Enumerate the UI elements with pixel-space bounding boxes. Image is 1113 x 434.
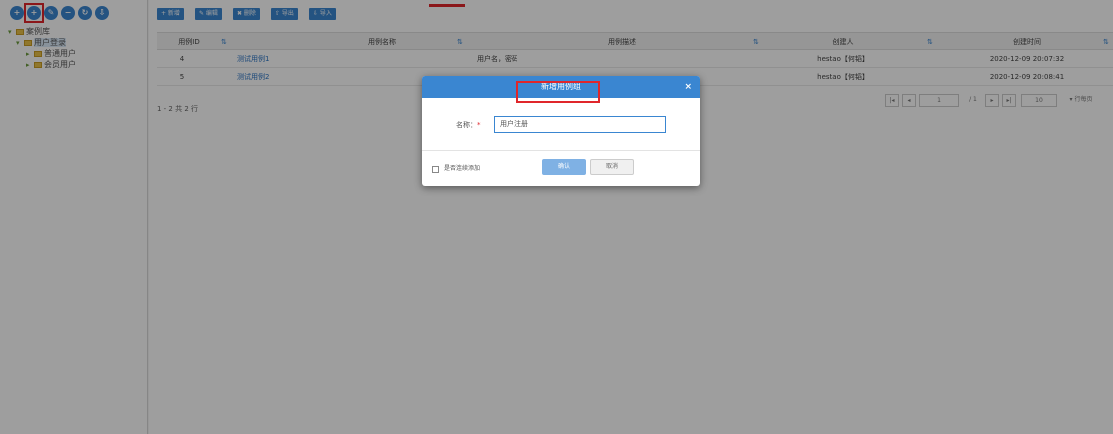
continuous-add-checkbox[interactable] xyxy=(432,166,439,173)
confirm-button[interactable]: 确认 xyxy=(542,159,586,175)
name-field-label: 名称：* xyxy=(456,118,481,132)
highlight-box-title xyxy=(516,81,600,103)
name-label-text: 名称： xyxy=(456,121,477,129)
name-input[interactable]: 用户注册 xyxy=(494,116,666,133)
modal-overlay xyxy=(0,0,1113,434)
cancel-button[interactable]: 取消 xyxy=(590,159,634,175)
add-case-group-dialog: 新增用例组 × 名称：* 用户注册 是否连续添加 确认 取消 xyxy=(422,76,700,186)
required-mark: * xyxy=(477,121,481,129)
app-page: + + ✎ − ↻ ⇩ ▾ 案例库 ▾ 用户登录 ▸ 普通用户 ▸ 会员用户 + 新 xyxy=(0,0,1113,434)
close-icon[interactable]: × xyxy=(684,76,692,98)
dialog-footer: 是否连续添加 确认 取消 xyxy=(422,150,700,186)
continuous-add-label: 是否连续添加 xyxy=(444,165,481,172)
